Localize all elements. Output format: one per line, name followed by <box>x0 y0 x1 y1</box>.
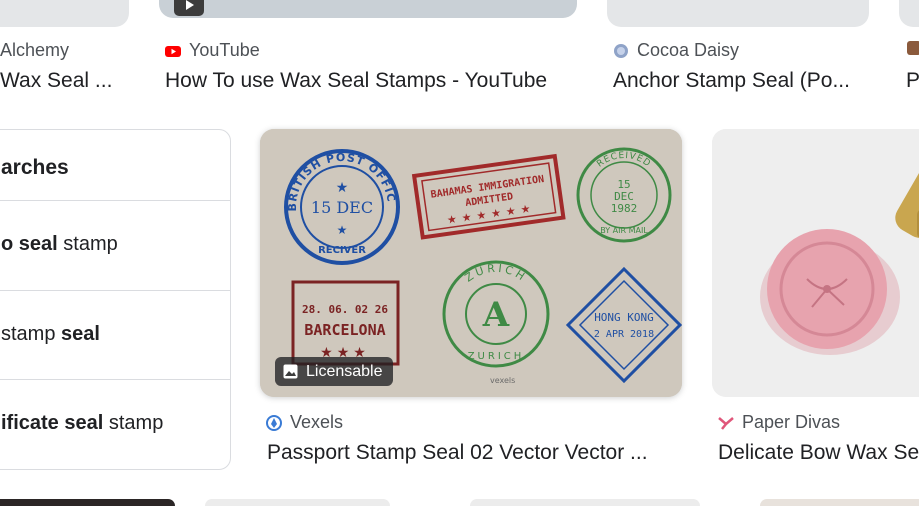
source-name: Cocoa Daisy <box>637 40 740 60</box>
globe-icon <box>614 43 628 58</box>
paper-divas-icon <box>718 416 734 430</box>
result-thumbnail-bottom-2[interactable] <box>205 499 390 506</box>
wax-seal-illustration <box>712 129 919 397</box>
result-title-cocoa-daisy[interactable]: Anchor Stamp Seal (Po... <box>613 69 863 93</box>
site-favicon-icon <box>907 41 919 55</box>
related-search-item[interactable]: ificate seal stamp <box>1 412 163 435</box>
source-name: Alchemy <box>0 40 70 60</box>
play-icon[interactable] <box>174 0 204 16</box>
related-searches-heading: arches <box>1 156 69 179</box>
stamp-text: A <box>482 295 510 335</box>
result-image-passport-stamps[interactable]: BRITISH POST OFFICE 15 DEC ★ ★ RECIVER B… <box>260 129 682 397</box>
result-title-paper-divas[interactable]: Delicate Bow Wax Se <box>718 441 919 465</box>
stamp-text: BY AIR MAIL <box>600 226 648 235</box>
licensable-badge[interactable]: Licensable <box>275 357 393 386</box>
related-search-bold: o seal <box>1 233 58 255</box>
result-title-youtube[interactable]: How To use Wax Seal Stamps - YouTube <box>165 69 585 93</box>
badge-label: Licensable <box>306 362 383 380</box>
result-image-wax-seal[interactable] <box>712 129 919 397</box>
result-title-partial[interactable]: P <box>906 69 919 93</box>
vexels-icon <box>266 414 282 431</box>
svg-text:★: ★ <box>337 223 348 237</box>
source-name: YouTube <box>189 40 260 60</box>
result-thumbnail-cocoa-daisy[interactable] <box>607 0 869 27</box>
divider <box>0 379 230 380</box>
result-thumbnail-partial[interactable] <box>899 0 919 27</box>
result-source-youtube[interactable]: YouTube <box>165 40 260 61</box>
related-searches-panel: arches o seal stamp stamp seal ificate s… <box>0 129 231 470</box>
result-title-vexels[interactable]: Passport Stamp Seal 02 Vector Vector ... <box>267 441 667 465</box>
related-search-text: stamp <box>103 412 164 434</box>
stamp-text: HONG KONG <box>594 311 654 324</box>
result-thumbnail-alchemy[interactable] <box>0 0 129 27</box>
youtube-icon <box>165 45 181 57</box>
result-source-paper-divas[interactable]: Paper Divas <box>718 412 840 433</box>
related-search-item[interactable]: o seal stamp <box>1 233 118 256</box>
watermark: vexels <box>490 376 515 385</box>
stamp-text: RECIVER <box>318 245 366 256</box>
result-thumbnail-bottom-3[interactable] <box>470 499 700 506</box>
related-search-bold: seal <box>61 323 100 345</box>
divider <box>0 200 230 201</box>
stamp-text: 2 APR 2018 <box>594 329 654 340</box>
image-icon <box>283 364 298 379</box>
result-thumbnail-bottom-4[interactable] <box>760 499 919 506</box>
result-source-cocoa-daisy[interactable]: Cocoa Daisy <box>613 40 739 61</box>
result-title-alchemy[interactable]: Wax Seal ... <box>0 69 125 93</box>
stamp-text: ZURICH <box>468 351 525 362</box>
stamp-text: 28. 06. 02 26 <box>302 303 388 316</box>
result-thumbnail-bottom-1[interactable] <box>0 499 175 506</box>
stamp-text: BARCELONA <box>304 321 385 339</box>
result-thumbnail-youtube[interactable] <box>159 0 577 18</box>
svg-text:★: ★ <box>336 179 349 195</box>
divider <box>0 290 230 291</box>
result-source-partial[interactable] <box>906 40 919 56</box>
result-source-vexels[interactable]: Vexels <box>266 412 343 433</box>
related-search-text: stamp <box>1 323 62 345</box>
related-search-item[interactable]: stamp seal <box>1 323 100 346</box>
related-search-text: stamp <box>57 233 118 255</box>
stamp-text: 15 DEC <box>311 198 373 217</box>
related-search-bold: ificate seal <box>1 412 104 434</box>
result-source-alchemy[interactable]: Alchemy <box>0 40 69 61</box>
source-name: Vexels <box>290 412 344 432</box>
stamp-text: 1982 <box>611 202 638 215</box>
source-name: Paper Divas <box>742 412 841 432</box>
